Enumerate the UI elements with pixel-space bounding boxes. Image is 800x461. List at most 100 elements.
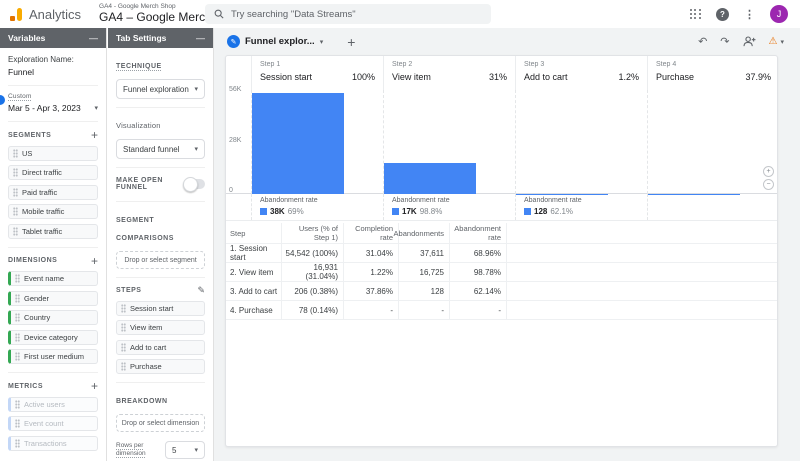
col-header-step[interactable]: Step (226, 223, 281, 243)
warning-icon: ⚠ (769, 36, 778, 47)
edit-steps-icon[interactable]: ✎ (197, 285, 205, 296)
metric-chip[interactable]: Transactions (8, 436, 98, 451)
cell-abandonment-rate: 68.96% (449, 244, 506, 262)
funnel-step-header[interactable]: Step 4 Purchase37.9% (647, 56, 779, 90)
drag-handle-icon[interactable] (13, 207, 18, 216)
metric-label: Event count (24, 419, 64, 428)
variables-title: Variables (8, 33, 45, 43)
drag-handle-icon[interactable] (13, 149, 18, 158)
funnel-column (647, 90, 779, 194)
technique-dropdown[interactable]: Funnel exploration ▾ (116, 79, 205, 99)
dimension-chip[interactable]: Country (8, 310, 98, 325)
drag-handle-icon[interactable] (15, 294, 20, 303)
abandonment-label: Abandonment rate (392, 197, 507, 204)
kebab-menu-icon[interactable]: ⋮ (744, 8, 755, 21)
tab-funnel-exploration[interactable]: ✎ Funnel explor... ▾ (227, 35, 323, 48)
dimension-label: Event name (24, 274, 64, 283)
zoom-in-button[interactable]: + (763, 166, 774, 177)
zoom-out-button[interactable]: − (763, 179, 774, 190)
add-tab-button[interactable]: + (347, 34, 355, 50)
metric-chip[interactable]: Active users (8, 397, 98, 412)
drag-handle-icon[interactable] (13, 168, 18, 177)
col-header-abandonments[interactable]: Abandonments (398, 223, 449, 243)
exploration-name-label: Exploration Name: (8, 55, 98, 64)
drag-handle-icon[interactable] (15, 439, 20, 448)
step-number: Step 1 (260, 61, 375, 68)
breakdown-drop-zone[interactable]: Drop or select dimension (116, 414, 205, 432)
drag-handle-icon[interactable] (13, 227, 18, 236)
minimize-icon[interactable]: — (89, 34, 98, 43)
tab-settings-panel: Tab Settings — TECHNIQUE Funnel explorat… (108, 28, 214, 461)
funnel-step-header[interactable]: Step 1 Session start100% (251, 56, 383, 90)
funnel-step-header[interactable]: Step 3 Add to cart1.2% (515, 56, 647, 90)
date-range-section[interactable]: Custom Mar 5 - Apr 3, 2023 ▾ (8, 86, 98, 122)
visualization-dropdown[interactable]: Standard funnel ▾ (116, 139, 205, 159)
abandonment-cell: Abandonment rate 12862.1% (515, 194, 647, 220)
rows-per-dimension-dropdown[interactable]: 5 ▾ (165, 441, 205, 459)
chevron-down-icon[interactable]: ▾ (94, 104, 98, 112)
metric-chip[interactable]: Event count (8, 416, 98, 431)
date-range-value: Mar 5 - Apr 3, 2023 (8, 103, 81, 113)
drag-handle-icon[interactable] (121, 343, 126, 352)
add-segment-icon[interactable]: + (91, 129, 98, 141)
segment-chip[interactable]: Paid traffic (8, 185, 98, 200)
add-dimension-icon[interactable]: + (91, 255, 98, 267)
segment-drop-zone[interactable]: Drop or select segment (116, 251, 205, 269)
drag-handle-icon[interactable] (13, 188, 18, 197)
funnel-step-header[interactable]: Step 2 View item31% (383, 56, 515, 90)
warnings-menu[interactable]: ⚠ ▾ (769, 36, 784, 47)
drag-handle-icon[interactable] (121, 304, 126, 313)
segments-label: SEGMENTS (8, 132, 51, 139)
abandonment-pct: 98.8% (420, 207, 443, 216)
step-chip[interactable]: Purchase (116, 359, 205, 374)
undo-icon[interactable]: ↶ (698, 35, 707, 48)
step-chip[interactable]: Session start (116, 301, 205, 316)
step-chip[interactable]: View item (116, 320, 205, 335)
funnel-bar[interactable] (252, 93, 344, 194)
funnel-bar[interactable] (384, 163, 476, 194)
step-name: Add to cart (524, 72, 568, 82)
dimension-chip[interactable]: First user medium (8, 349, 98, 364)
search-bar[interactable] (205, 4, 491, 24)
drag-handle-icon[interactable] (15, 313, 20, 322)
avatar[interactable]: J (770, 5, 788, 23)
search-input[interactable] (231, 9, 482, 20)
segment-chip[interactable]: Mobile traffic (8, 204, 98, 219)
funnel-chart-plot (226, 90, 777, 194)
minimize-icon[interactable]: — (196, 34, 205, 43)
variables-panel-header: Variables — (0, 28, 106, 48)
drag-handle-icon[interactable] (15, 333, 20, 342)
drag-handle-icon[interactable] (15, 400, 20, 409)
drag-handle-icon[interactable] (15, 419, 20, 428)
segment-chip[interactable]: Tablet traffic (8, 224, 98, 239)
col-header-users[interactable]: Users (% of Step 1) (281, 223, 343, 243)
help-icon[interactable]: ? (716, 8, 729, 21)
segment-chip[interactable]: Direct traffic (8, 165, 98, 180)
step-chip[interactable]: Add to cart (116, 340, 205, 355)
dimensions-label: DIMENSIONS (8, 257, 57, 264)
drag-handle-icon[interactable] (15, 274, 20, 283)
make-open-funnel-toggle[interactable] (185, 179, 205, 189)
drag-handle-icon[interactable] (121, 323, 126, 332)
share-users-icon[interactable] (743, 36, 756, 47)
drag-handle-icon[interactable] (121, 362, 126, 371)
chevron-down-icon[interactable]: ▾ (320, 38, 324, 46)
cell-users: 206 (0.38%) (281, 282, 343, 300)
abandonment-cell-empty (647, 194, 779, 220)
dimension-chip[interactable]: Event name (8, 271, 98, 286)
col-header-completion-rate[interactable]: Completion rate (343, 223, 398, 243)
y-axis-tick: 0 (229, 187, 233, 194)
dimension-chip[interactable]: Device category (8, 330, 98, 345)
funnel-data-table: Step Users (% of Step 1) Completion rate… (226, 223, 777, 320)
apps-grid-icon[interactable] (690, 9, 701, 20)
exploration-name-value[interactable]: Funnel (8, 67, 98, 77)
drag-handle-icon[interactable] (15, 352, 20, 361)
table-filler (506, 223, 777, 243)
segment-chip[interactable]: US (8, 146, 98, 161)
col-header-abandonment-rate[interactable]: Abandonment rate (449, 223, 506, 243)
add-metric-icon[interactable]: + (91, 380, 98, 392)
dimension-chip[interactable]: Gender (8, 291, 98, 306)
abandonment-cell: Abandonment rate 38K69% (251, 194, 383, 220)
abandonment-value: 38K (270, 207, 285, 216)
redo-icon[interactable]: ↷ (720, 35, 729, 48)
